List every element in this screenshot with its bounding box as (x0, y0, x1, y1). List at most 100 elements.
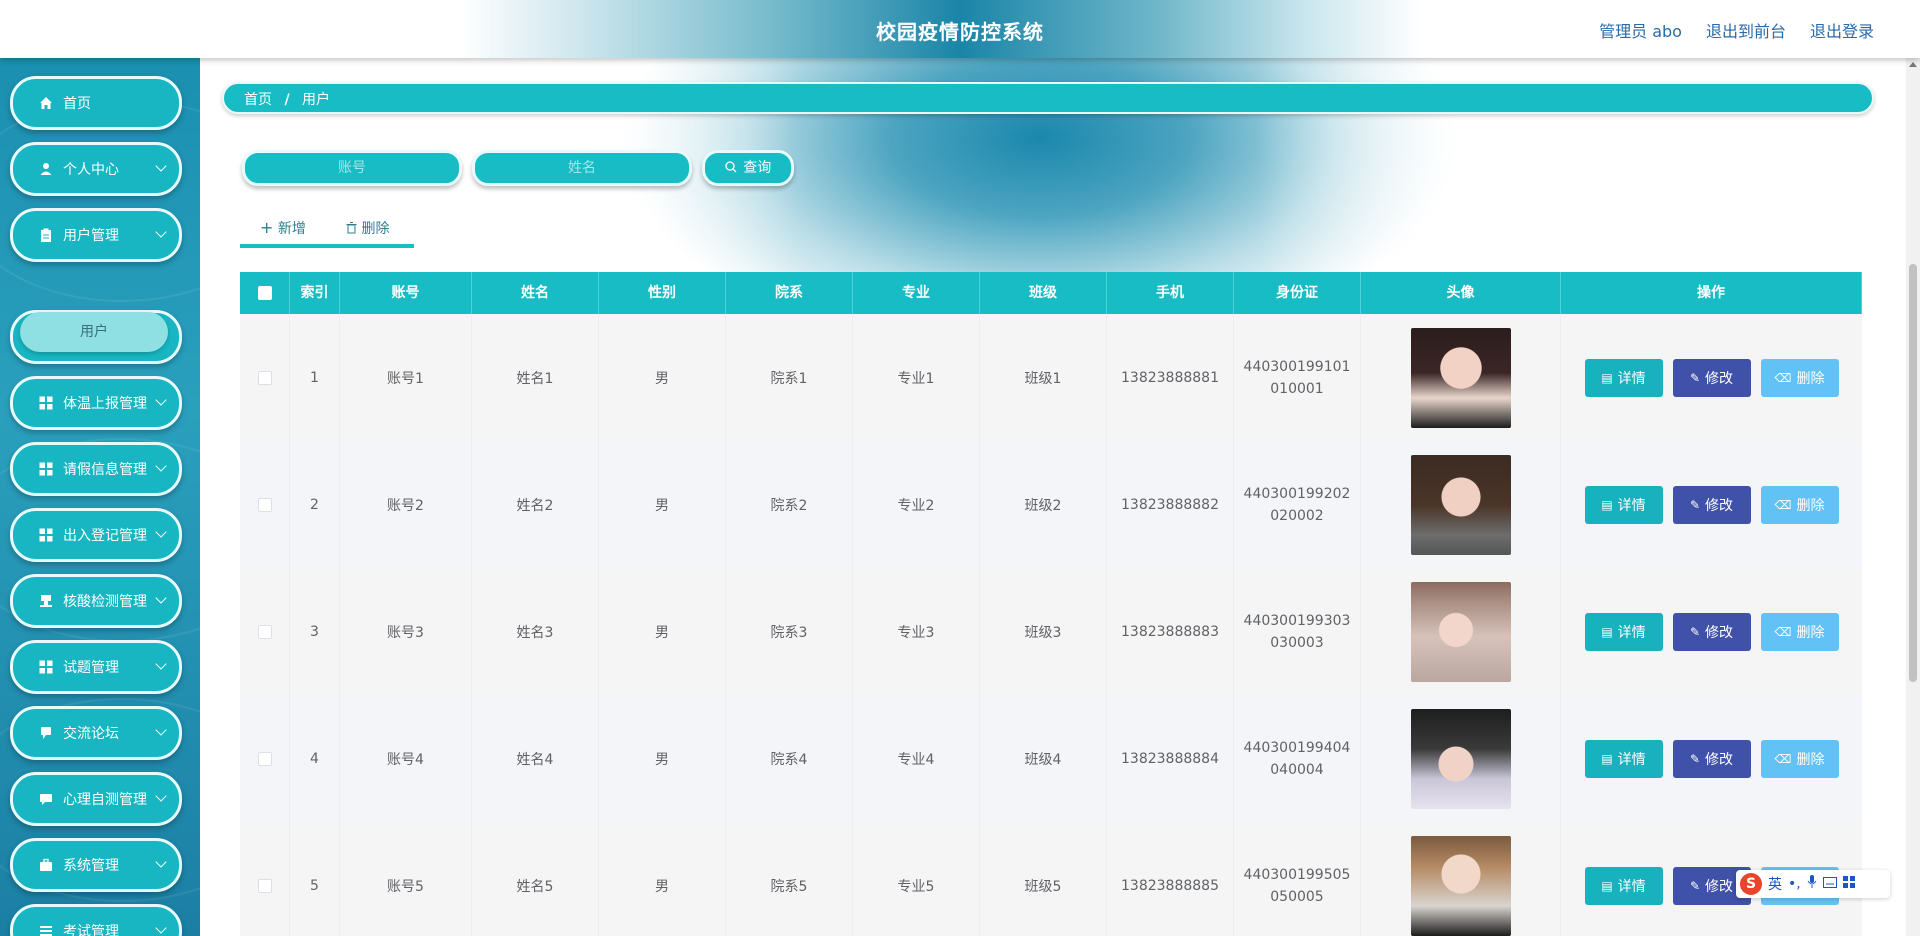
sidebar-item-8[interactable]: 试题管理 (10, 640, 182, 694)
class-cell: 班级5 (980, 822, 1107, 936)
delete-button[interactable]: ⌫ 删除 (1760, 358, 1839, 397)
edit-button[interactable]: ✎ 修改 (1672, 612, 1751, 651)
gender-cell: 男 (599, 568, 726, 695)
index-cell: 4 (290, 695, 340, 822)
major-cell: 专业5 (853, 822, 980, 936)
detail-button[interactable]: ▤ 详情 (1584, 358, 1663, 397)
scroll-thumb[interactable] (1909, 264, 1917, 682)
trash-icon: ⌫ (1774, 624, 1792, 639)
account-cell: 账号4 (340, 695, 472, 822)
trash-icon: ⌫ (1774, 370, 1792, 385)
batch-delete-button[interactable]: 删除 (346, 218, 389, 238)
column-header: 身份证 (1234, 272, 1361, 314)
breadcrumb: 首页 / 用户 (222, 82, 1874, 114)
delete-button-label: 删除 (1796, 751, 1825, 768)
index-cell: 5 (290, 822, 340, 936)
sidebar-item-2[interactable]: 用户管理 (10, 208, 182, 262)
page-scrollbar[interactable] (1906, 58, 1920, 936)
chevron-down-icon (155, 160, 167, 172)
edit-button[interactable]: ✎ 修改 (1672, 358, 1751, 397)
edit-button[interactable]: ✎ 修改 (1672, 739, 1751, 778)
name-search-input[interactable]: 姓名 (472, 150, 692, 186)
detail-button[interactable]: ▤ 详情 (1584, 612, 1663, 651)
table-row: 3 账号3 姓名3 男院系3 专业3 班级3 13823888883 440300199303… (240, 568, 1862, 696)
breadcrumb-home[interactable]: 首页 (244, 92, 272, 108)
logout-link[interactable]: 退出登录 (1810, 18, 1874, 42)
pencil-icon: ✎ (1689, 624, 1701, 639)
major-cell: 专业3 (853, 568, 980, 695)
briefcase-icon (39, 858, 53, 872)
chevron-down-icon (155, 658, 167, 670)
ime-punctuation-icon[interactable]: •, (1788, 876, 1801, 892)
comment-icon (39, 792, 53, 806)
keyboard-icon[interactable] (1822, 876, 1837, 892)
column-header: 账号 (340, 272, 472, 314)
submenu-item-users[interactable]: 用户 (20, 312, 168, 352)
query-button[interactable]: 查询 (702, 150, 794, 186)
avatar-cell (1361, 314, 1561, 441)
sidebar-item-1[interactable]: 个人中心 (10, 142, 182, 196)
gender-cell: 男 (599, 695, 726, 822)
department-cell: 院系4 (726, 695, 853, 822)
grid-icon (39, 396, 53, 410)
row-checkbox[interactable] (257, 878, 272, 893)
sidebar-item-11[interactable]: 系统管理 (10, 838, 182, 892)
document-icon: ▤ (1601, 370, 1613, 385)
table-row: 1 账号1 姓名1 男院系1 专业1 班级1 13823888881 440300199101… (240, 314, 1862, 442)
account-cell: 账号3 (340, 568, 472, 695)
detail-button-label: 详情 (1617, 624, 1646, 641)
class-cell: 班级2 (980, 441, 1107, 568)
detail-button[interactable]: ▤ 详情 (1584, 739, 1663, 778)
sidebar-item-6[interactable]: 出入登记管理 (10, 508, 182, 562)
user-icon (39, 162, 53, 176)
phone-cell: 13823888885 (1107, 822, 1234, 936)
column-header: 头像 (1361, 272, 1561, 314)
sidebar-item-label: 个人中心 (63, 162, 119, 178)
ime-language-toggle[interactable]: 英 (1768, 874, 1782, 894)
row-select-cell (240, 568, 290, 695)
batch-delete-label: 删除 (361, 221, 390, 237)
sidebar-item-0[interactable]: 首页 (10, 76, 182, 130)
row-checkbox[interactable] (257, 497, 272, 512)
pencil-icon: ✎ (1689, 370, 1701, 385)
grid-icon[interactable] (1842, 876, 1855, 892)
ime-logo[interactable]: S (1740, 873, 1762, 895)
plus-icon: + (260, 218, 274, 237)
menu-icon (39, 924, 53, 936)
document-icon: ▤ (1601, 751, 1613, 766)
actions-cell: ▤ 详情 ✎ 修改 ⌫ 删除 (1561, 568, 1862, 695)
chevron-down-icon (155, 226, 167, 238)
detail-button[interactable]: ▤ 详情 (1584, 866, 1663, 905)
delete-button[interactable]: ⌫ 删除 (1760, 612, 1839, 651)
edit-button[interactable]: ✎ 修改 (1672, 485, 1751, 524)
avatar (1410, 708, 1511, 809)
admin-user-link[interactable]: 管理员 abo (1599, 18, 1682, 42)
detail-button[interactable]: ▤ 详情 (1584, 485, 1663, 524)
detail-button-label: 详情 (1617, 497, 1646, 514)
delete-button[interactable]: ⌫ 删除 (1760, 485, 1839, 524)
delete-button[interactable]: ⌫ 删除 (1760, 739, 1839, 778)
avatar (1410, 835, 1511, 936)
chevron-down-icon (155, 526, 167, 538)
go-frontend-link[interactable]: 退出到前台 (1706, 18, 1786, 42)
sidebar-item-7[interactable]: 核酸检测管理 (10, 574, 182, 628)
scroll-up-arrow[interactable] (1909, 62, 1917, 67)
sidebar-item-4[interactable]: 体温上报管理 (10, 376, 182, 430)
add-button[interactable]: + 新增 (260, 218, 306, 238)
sidebar-item-12[interactable]: 考试管理 (10, 904, 182, 936)
edit-button-label: 修改 (1705, 497, 1734, 514)
sidebar-item-5[interactable]: 请假信息管理 (10, 442, 182, 496)
actions-cell: ▤ 详情 ✎ 修改 ⌫ 删除 (1561, 441, 1862, 568)
row-checkbox[interactable] (257, 370, 272, 385)
microphone-icon[interactable] (1807, 875, 1817, 893)
row-checkbox[interactable] (257, 751, 272, 766)
column-header: 索引 (290, 272, 340, 314)
avatar-cell (1361, 441, 1561, 568)
sidebar-item-9[interactable]: 交流论坛 (10, 706, 182, 760)
account-search-input[interactable]: 账号 (242, 150, 462, 186)
sidebar-item-10[interactable]: 心理自测管理 (10, 772, 182, 826)
detail-button-label: 详情 (1617, 878, 1646, 895)
row-checkbox[interactable] (257, 624, 272, 639)
select-all-checkbox[interactable] (257, 286, 272, 300)
sidebar-item-label: 请假信息管理 (63, 462, 147, 478)
